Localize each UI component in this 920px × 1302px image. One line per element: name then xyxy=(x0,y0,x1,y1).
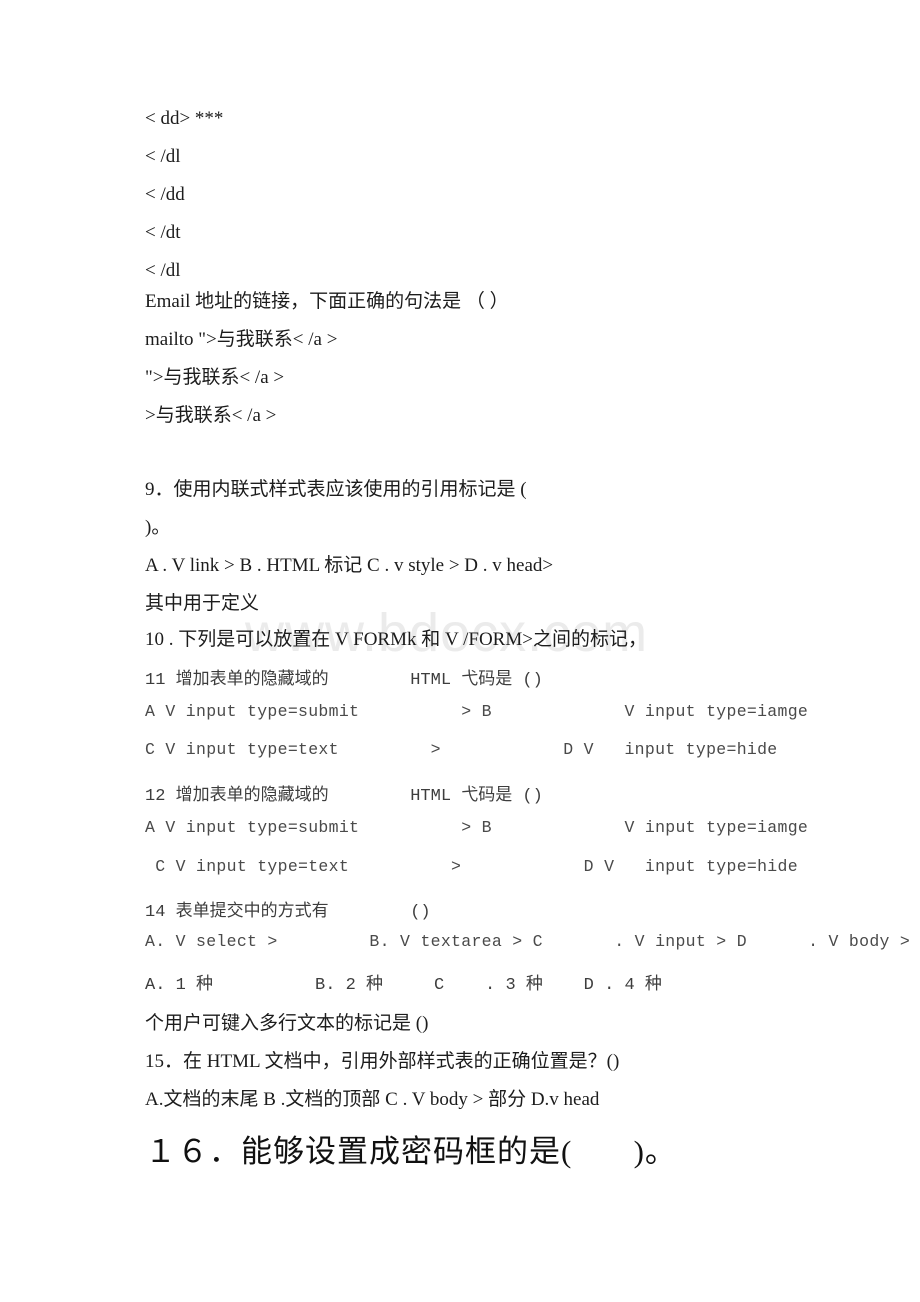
code-line-close-dd: < /dd xyxy=(145,184,185,205)
question-12-stem: 12 增加表单的隐藏域的 HTML 弋码是 () xyxy=(145,787,543,806)
question-14-counts: A. 1 种 B. 2 种 C . 3 种 D . 4 种 xyxy=(145,976,662,995)
question-12-options-cd: C V input type=text > D V input type=hid… xyxy=(145,857,798,876)
question-email-option-c: >与我联系< /a > xyxy=(145,405,277,426)
question-16-stem: １６．能够设置成密码框的是( )。 xyxy=(145,1134,677,1169)
question-email-stem: Email 地址的链接，下面正确的句法是 （ ） xyxy=(145,291,509,312)
question-12-options-ab: A V input type=submit > B V input type=i… xyxy=(145,818,809,837)
question-11-stem: 11 增加表单的隐藏域的 HTML 弋码是 () xyxy=(145,671,543,690)
question-9-stem: 9．使用内联式样式表应该使用的引用标记是 ( xyxy=(145,479,527,500)
code-line-dd: < dd> *** xyxy=(145,108,224,129)
document-page: www.bdocx.com < dd> *** < /dl < /dd < /d… xyxy=(0,0,920,1302)
question-email-option-b: ">与我联系< /a > xyxy=(145,367,285,388)
question-multiline-textbox: 个用户可键入多行文本的标记是 () xyxy=(145,1013,429,1034)
question-14-stem: 14 表单提交中的方式有 () xyxy=(145,903,431,922)
question-email-option-a: mailto ">与我联系< /a > xyxy=(145,329,338,350)
question-11-options-cd: C V input type=text > D V input type=hid… xyxy=(145,740,778,759)
question-9-stem-continued: )。 xyxy=(145,517,171,538)
question-15-options: A.文档的末尾 B .文档的顶部 C . V body > 部分 D.v hea… xyxy=(145,1089,600,1110)
question-11-options-ab: A V input type=submit > B V input type=i… xyxy=(145,702,809,721)
code-line-close-dt: < /dt xyxy=(145,222,181,243)
question-15-stem: 15．在 HTML 文档中，引用外部样式表的正确位置是？() xyxy=(145,1051,620,1072)
question-9-options: A . V link > B . HTML 标记 C . v style > D… xyxy=(145,555,554,576)
code-line-close-dl-1: < /dl xyxy=(145,146,181,167)
code-line-close-dl-2: < /dl xyxy=(145,260,181,281)
question-10-stem: 10 . 下列是可以放置在 V FORMk 和 V /FORM>之间的标记， xyxy=(145,629,647,650)
question-9-trailer: 其中用于定义 xyxy=(145,593,260,614)
question-14-options: A. V select > B. V textarea > C . V inpu… xyxy=(145,932,911,951)
